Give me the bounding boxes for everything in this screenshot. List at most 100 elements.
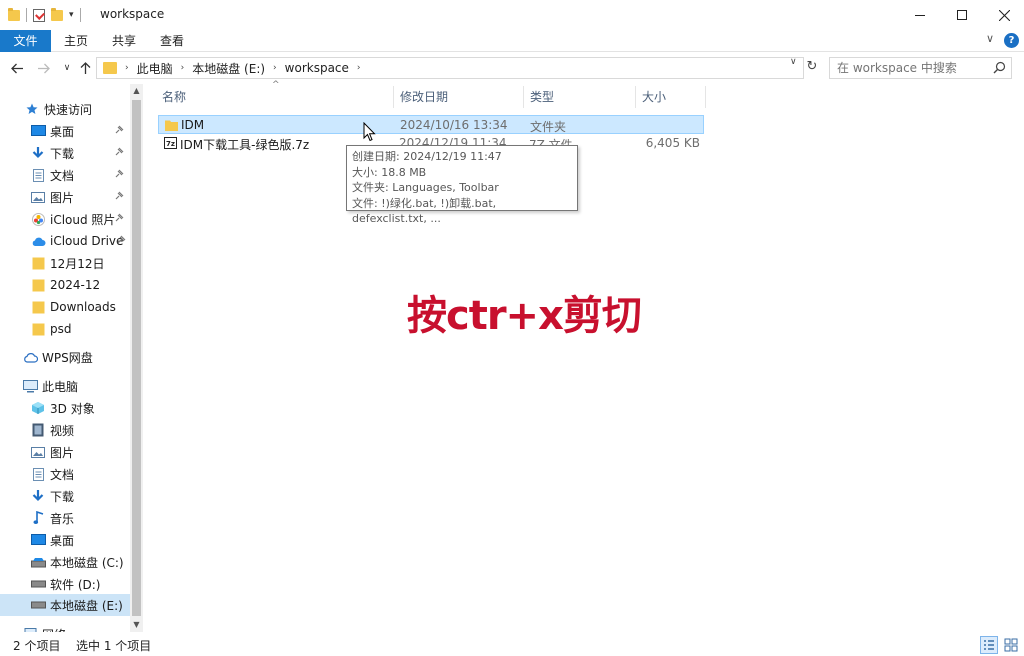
sidebar-item-pictures[interactable]: 图片 bbox=[30, 186, 145, 208]
breadcrumb-drive-e[interactable]: 本地磁盘 (E:) bbox=[192, 60, 265, 77]
maximize-button[interactable] bbox=[940, 0, 984, 30]
tab-home[interactable]: 主页 bbox=[56, 30, 96, 52]
icloud-photos-icon bbox=[30, 212, 46, 226]
up-button[interactable] bbox=[76, 58, 94, 78]
sidebar-item-label: 文档 bbox=[50, 168, 75, 183]
sidebar-item-pc-pictures[interactable]: 图片 bbox=[30, 441, 145, 463]
sidebar-item-folder-psd[interactable]: psd bbox=[30, 318, 145, 340]
details-view-button[interactable] bbox=[980, 636, 998, 654]
tab-view[interactable]: 查看 bbox=[152, 30, 192, 52]
column-date-modified[interactable]: 修改日期 bbox=[394, 86, 524, 108]
sidebar-item-documents[interactable]: 文档 bbox=[30, 164, 145, 186]
sidebar-item-label: 2024-12 bbox=[50, 278, 101, 292]
document-icon bbox=[30, 168, 46, 182]
search-input[interactable] bbox=[830, 58, 990, 78]
sidebar-item-label: 文档 bbox=[50, 467, 75, 482]
new-folder-icon[interactable] bbox=[51, 7, 63, 21]
drive-icon bbox=[30, 577, 46, 591]
file-name: IDM下载工具-绿色版.7z bbox=[180, 138, 310, 152]
sidebar-item-pc-downloads[interactable]: 下载 bbox=[30, 485, 145, 507]
close-icon bbox=[998, 9, 1010, 21]
pin-icon bbox=[115, 147, 124, 156]
column-type[interactable]: 类型 bbox=[524, 86, 636, 108]
sidebar-item-network[interactable]: 网络 bbox=[22, 623, 145, 632]
help-icon[interactable]: ? bbox=[1004, 33, 1019, 48]
back-button[interactable] bbox=[8, 58, 26, 78]
sidebar-item-icloud-drive[interactable]: iCloud Drive bbox=[30, 230, 145, 252]
minimize-button[interactable] bbox=[898, 0, 942, 30]
file-date: 2024/10/16 13:34 bbox=[400, 118, 508, 132]
sidebar-item-folder-dec12[interactable]: 12月12日 bbox=[30, 252, 145, 274]
sidebar-item-label: 快速访问 bbox=[44, 102, 93, 117]
search-box bbox=[829, 57, 1012, 79]
sidebar-item-3d-objects[interactable]: 3D 对象 bbox=[30, 397, 145, 419]
expand-ribbon-icon[interactable]: ∨ bbox=[986, 32, 994, 45]
sidebar-item-folder-downloads[interactable]: Downloads bbox=[30, 296, 145, 318]
sidebar-item-label: 桌面 bbox=[50, 533, 75, 548]
file-name: IDM bbox=[181, 118, 205, 132]
tab-file[interactable]: 文件 bbox=[0, 30, 51, 52]
sidebar-item-drive-e[interactable]: 本地磁盘 (E:) bbox=[0, 594, 130, 616]
close-button[interactable] bbox=[982, 0, 1024, 30]
desktop-icon bbox=[30, 124, 46, 138]
breadcrumb-this-pc[interactable]: 此电脑 bbox=[137, 60, 173, 77]
sidebar-item-pc-desktop[interactable]: 桌面 bbox=[30, 529, 145, 551]
chevron-right-icon[interactable]: › bbox=[125, 63, 129, 73]
sidebar-item-label: 桌面 bbox=[50, 124, 75, 139]
sidebar-item-this-pc[interactable]: 此电脑 bbox=[22, 375, 145, 397]
computer-icon bbox=[22, 379, 38, 393]
instruction-annotation: 按ctr+x剪切 bbox=[407, 293, 642, 339]
sidebar-item-folder-2024-12[interactable]: 2024-12 bbox=[30, 274, 145, 296]
chevron-right-icon[interactable]: › bbox=[273, 63, 277, 73]
document-icon bbox=[30, 467, 46, 481]
chevron-right-icon[interactable]: › bbox=[181, 63, 185, 73]
large-icons-view-button[interactable] bbox=[1002, 636, 1020, 654]
search-icon[interactable] bbox=[993, 61, 1006, 74]
minimize-icon bbox=[915, 14, 925, 16]
folder-icon bbox=[30, 278, 46, 292]
sidebar-item-label: 下载 bbox=[50, 489, 75, 504]
music-note-icon bbox=[30, 511, 46, 525]
sidebar-item-pc-documents[interactable]: 文档 bbox=[30, 463, 145, 485]
sidebar-item-videos[interactable]: 视频 bbox=[30, 419, 145, 441]
address-bar[interactable]: › 此电脑 › 本地磁盘 (E:) › workspace › bbox=[96, 57, 804, 79]
mouse-cursor-icon bbox=[363, 122, 376, 142]
scroll-down-icon[interactable]: ▼ bbox=[130, 618, 143, 632]
tooltip-created: 创建日期: 2024/12/19 11:47 bbox=[352, 150, 502, 163]
sidebar-item-drive-c[interactable]: 本地磁盘 (C:) bbox=[30, 551, 145, 573]
customize-toolbar-icon[interactable]: ▾ bbox=[69, 10, 74, 20]
picture-icon bbox=[30, 190, 46, 204]
forward-button[interactable] bbox=[34, 58, 52, 78]
sidebar-item-label: 此电脑 bbox=[42, 379, 79, 394]
chevron-right-icon[interactable]: › bbox=[357, 63, 361, 73]
sidebar-item-drive-d[interactable]: 软件 (D:) bbox=[30, 573, 145, 595]
sidebar-item-downloads[interactable]: 下载 bbox=[30, 142, 145, 164]
arrow-up-icon bbox=[80, 61, 90, 74]
sidebar-item-wps-drive[interactable]: WPS网盘 bbox=[22, 346, 145, 368]
tooltip-folders: 文件夹: Languages, Toolbar bbox=[352, 181, 499, 194]
breadcrumb-workspace[interactable]: workspace bbox=[285, 61, 349, 75]
cloud-icon bbox=[30, 234, 46, 248]
sidebar-item-label: psd bbox=[50, 322, 72, 336]
sidebar-scrollbar[interactable]: ▲ ▼ bbox=[130, 84, 143, 632]
tab-share[interactable]: 共享 bbox=[104, 30, 144, 52]
sidebar-item-quick-access[interactable]: 快速访问 bbox=[24, 98, 145, 120]
scrollbar-thumb[interactable] bbox=[132, 100, 141, 616]
sidebar-item-music[interactable]: 音乐 bbox=[30, 507, 145, 529]
tooltip-size: 大小: 18.8 MB bbox=[352, 165, 427, 179]
recent-locations-button[interactable]: ∨ bbox=[58, 58, 76, 78]
picture-icon bbox=[30, 445, 46, 459]
sidebar-item-icloud-photos[interactable]: iCloud 照片 bbox=[30, 208, 145, 230]
column-name[interactable]: 名称 bbox=[156, 86, 394, 108]
drive-icon bbox=[30, 555, 46, 569]
address-dropdown-icon[interactable]: ∨ bbox=[790, 57, 797, 67]
scroll-up-icon[interactable]: ▲ bbox=[130, 84, 143, 98]
file-row-idm-folder[interactable]: IDM 2024/10/16 13:34 文件夹 bbox=[158, 115, 704, 134]
column-size[interactable]: 大小 bbox=[636, 86, 706, 108]
arrow-right-icon bbox=[37, 63, 50, 73]
large-icons-view-icon bbox=[1004, 638, 1018, 652]
sidebar-item-desktop[interactable]: 桌面 bbox=[30, 120, 145, 142]
sidebar-item-label: 音乐 bbox=[50, 511, 75, 526]
properties-icon[interactable] bbox=[33, 8, 45, 22]
refresh-icon[interactable]: ↻ bbox=[804, 59, 820, 75]
